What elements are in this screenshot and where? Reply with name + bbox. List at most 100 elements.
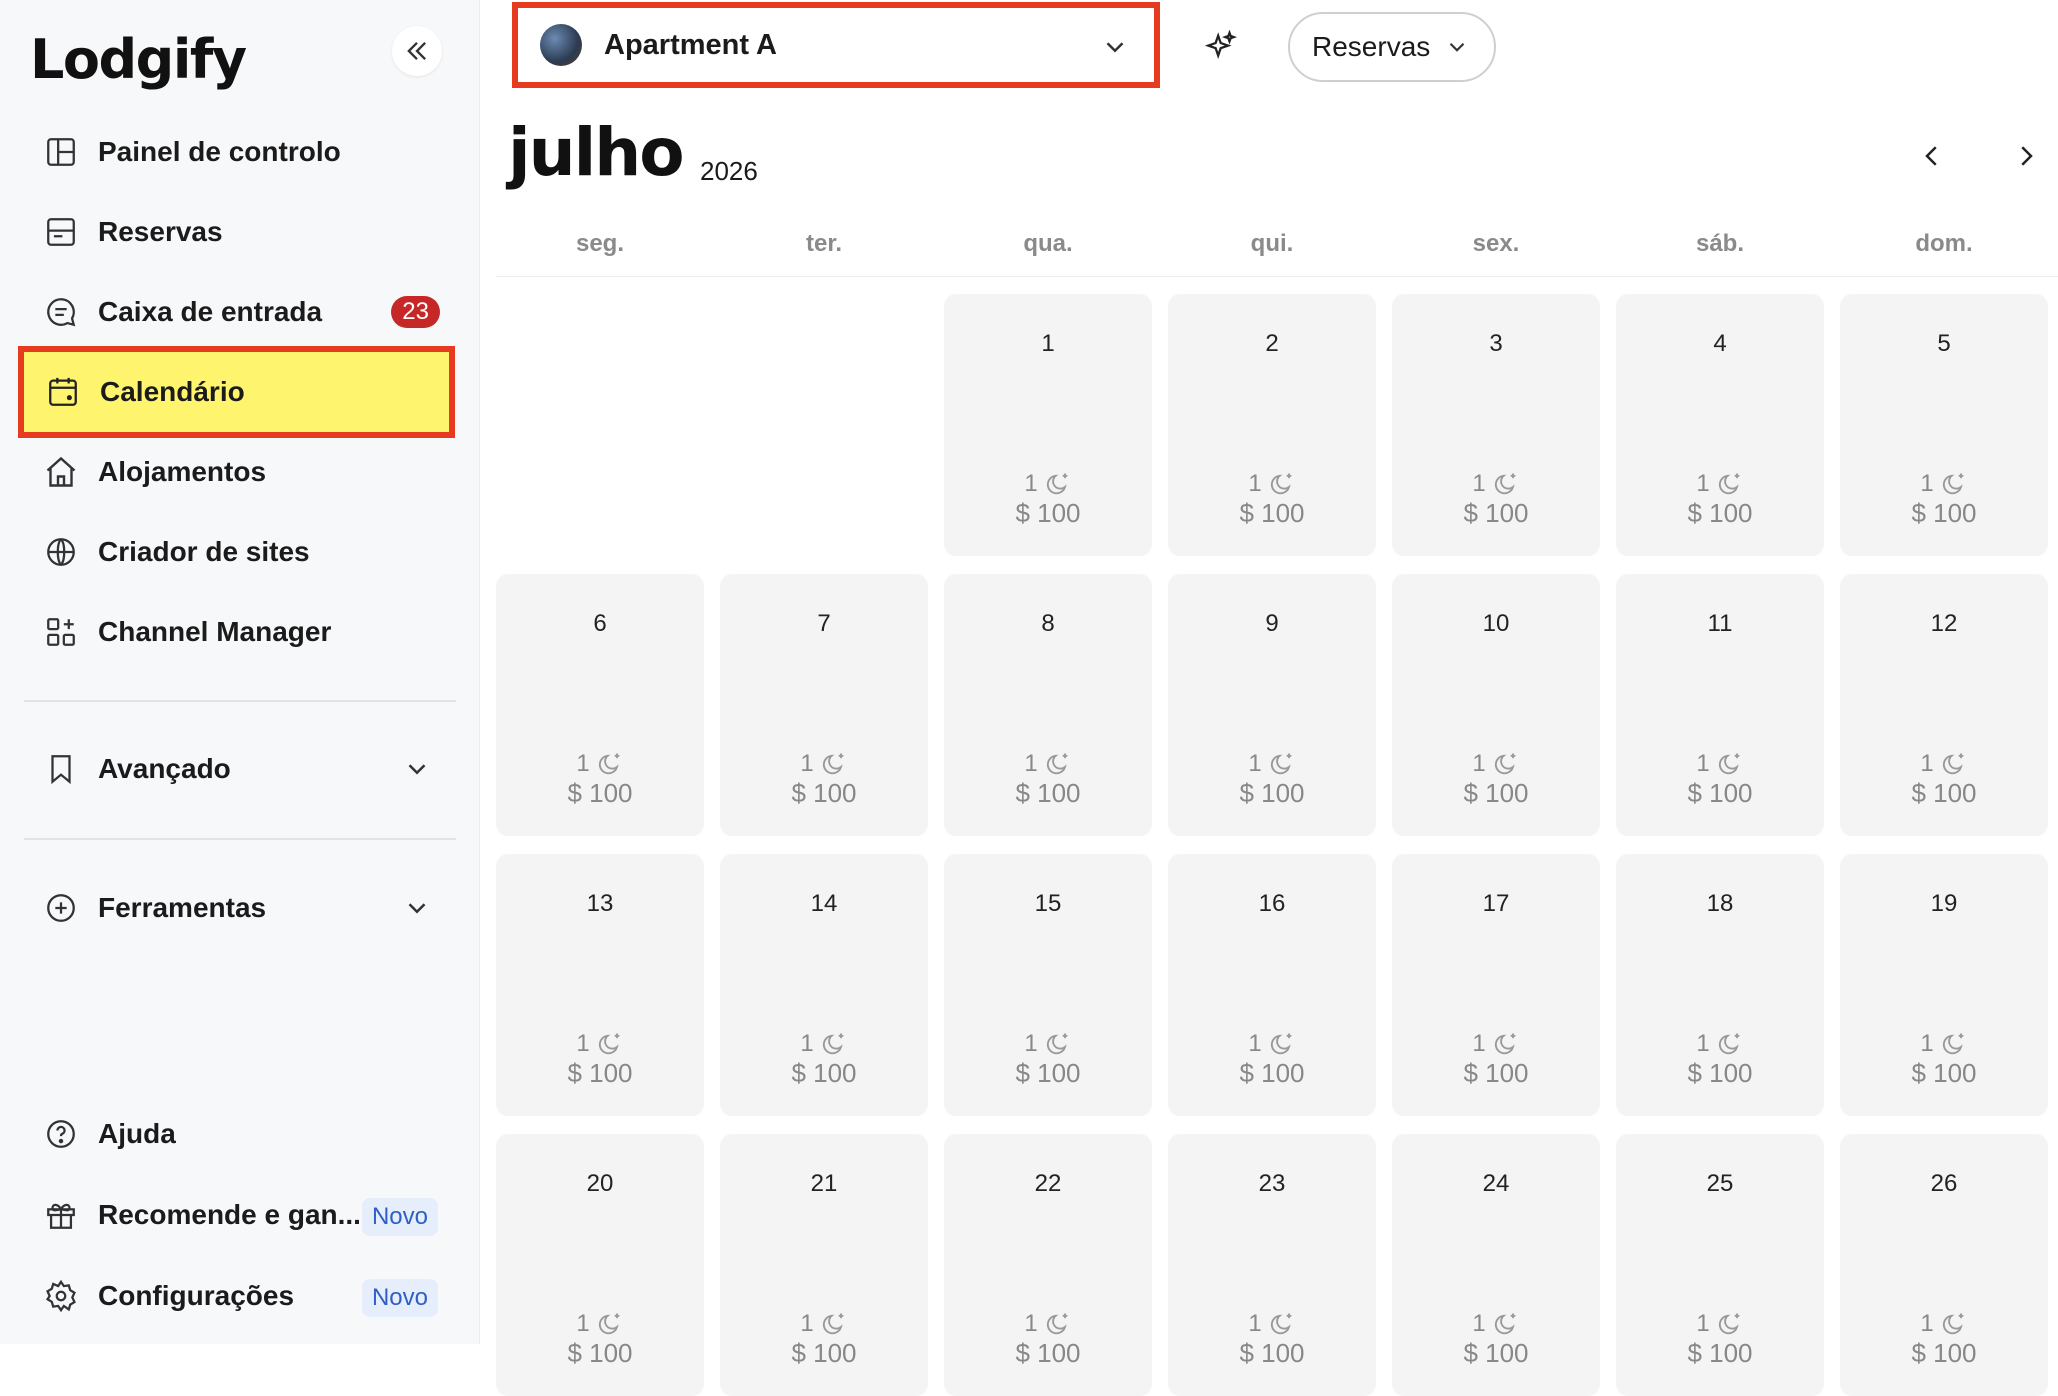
calendar-day-cell[interactable]: 9 1 $ 100: [1168, 574, 1376, 836]
min-nights: 1: [1392, 470, 1600, 498]
globe-icon: [42, 533, 80, 571]
calendar-day-cell[interactable]: 14 1 $ 100: [720, 854, 928, 1116]
calendar-day-cell[interactable]: 6 1 $ 100: [496, 574, 704, 836]
min-nights-value: 1: [1696, 750, 1710, 777]
channels-icon: [42, 613, 80, 651]
calendar-day-cell[interactable]: 20 1 $ 100: [496, 1134, 704, 1396]
calendar-day-cell[interactable]: 23 1 $ 100: [1168, 1134, 1376, 1396]
min-nights-value: 1: [1472, 1310, 1486, 1337]
min-nights: 1: [1168, 470, 1376, 498]
min-nights-value: 1: [800, 1310, 814, 1337]
next-month-button[interactable]: [2006, 136, 2046, 176]
dashboard-icon: [42, 133, 80, 171]
calendar-day-cell[interactable]: 16 1 $ 100: [1168, 854, 1376, 1116]
day-number: 21: [810, 1170, 838, 1197]
calendar-day-cell[interactable]: 22 1 $ 100: [944, 1134, 1152, 1396]
calendar-day-cell[interactable]: 1 1 $ 100: [944, 294, 1152, 556]
calendar-day-cell[interactable]: 25 1 $ 100: [1616, 1134, 1824, 1396]
day-price: $ 100: [1687, 778, 1753, 808]
moon-sparkle-icon: [1718, 753, 1740, 775]
calendar-day-cell[interactable]: 26 1 $ 100: [1840, 1134, 2048, 1396]
min-nights: 1: [1168, 1030, 1376, 1058]
moon-sparkle-icon: [1270, 1313, 1292, 1335]
calendar-day-cell[interactable]: 12 1 $ 100: [1840, 574, 2048, 836]
day-number: 7: [817, 610, 831, 637]
sidebar-item-refer[interactable]: Recomende e gan... Novo: [22, 1180, 452, 1250]
calendar-day-cell[interactable]: 21 1 $ 100: [720, 1134, 928, 1396]
calendar-day-cell[interactable]: 17 1 $ 100: [1392, 854, 1600, 1116]
help-icon: [42, 1115, 80, 1153]
sidebar-item-label: Recomende e gan...: [98, 1199, 361, 1230]
calendar-day-cell[interactable]: 5 1 $ 100: [1840, 294, 2048, 556]
year-label: 2026: [700, 156, 758, 186]
sidebar-item-channel-manager[interactable]: Channel Manager: [22, 597, 452, 667]
calendar-day-cell[interactable]: 7 1 $ 100: [720, 574, 928, 836]
sidebar-item-rentals[interactable]: Alojamentos: [22, 437, 452, 507]
moon-sparkle-icon: [822, 1313, 844, 1335]
view-dropdown-button[interactable]: Reservas: [1288, 12, 1496, 82]
moon-sparkle-icon: [1046, 753, 1068, 775]
day-price: $ 100: [567, 778, 633, 808]
sidebar-item-inbox[interactable]: Caixa de entrada 23: [22, 277, 452, 347]
day-price: $ 100: [1463, 498, 1529, 528]
calendar-day-cell[interactable]: 8 1 $ 100: [944, 574, 1152, 836]
logo[interactable]: Lodgify: [30, 28, 247, 91]
sidebar-item-tools[interactable]: Ferramentas: [22, 873, 452, 943]
min-nights-value: 1: [1248, 1030, 1262, 1057]
property-select[interactable]: Apartment A: [512, 2, 1160, 88]
day-price: $ 100: [1687, 1338, 1753, 1368]
day-number: 18: [1706, 890, 1734, 917]
calendar-day-cell[interactable]: 10 1 $ 100: [1392, 574, 1600, 836]
sidebar-item-help[interactable]: Ajuda: [22, 1099, 452, 1169]
calendar-day-cell[interactable]: 18 1 $ 100: [1616, 854, 1824, 1116]
moon-sparkle-icon: [1942, 1313, 1964, 1335]
plus-circle-icon: [42, 889, 80, 927]
sidebar: Lodgify Painel de controlo Reservas Caix…: [0, 0, 480, 1344]
day-price: $ 100: [1911, 1058, 1977, 1088]
calendar-day-cell[interactable]: 4 1 $ 100: [1616, 294, 1824, 556]
min-nights: 1: [1616, 750, 1824, 778]
weekday-label: qui.: [1250, 230, 1294, 257]
day-price: $ 100: [1015, 1338, 1081, 1368]
min-nights-value: 1: [1920, 1030, 1934, 1057]
collapse-sidebar-button[interactable]: [392, 26, 442, 76]
weekday-header: seg. ter. qua. qui. sex. sáb. dom.: [496, 224, 2058, 277]
min-nights-value: 1: [1248, 1310, 1262, 1337]
calendar-day-cell[interactable]: 11 1 $ 100: [1616, 574, 1824, 836]
moon-sparkle-icon: [1942, 1033, 1964, 1055]
day-number: 2: [1265, 330, 1279, 357]
new-tag: Novo: [361, 1198, 438, 1236]
sidebar-item-settings[interactable]: Configurações Novo: [22, 1261, 452, 1331]
day-price: $ 100: [1015, 498, 1081, 528]
day-price: $ 100: [1687, 1058, 1753, 1088]
day-price: $ 100: [1911, 1338, 1977, 1368]
sidebar-item-reservations[interactable]: Reservas: [22, 197, 452, 267]
min-nights: 1: [1840, 1310, 2048, 1338]
calendar-day-cell[interactable]: 2 1 $ 100: [1168, 294, 1376, 556]
min-nights: 1: [1616, 1310, 1824, 1338]
calendar-day-cell[interactable]: 19 1 $ 100: [1840, 854, 2048, 1116]
calendar-day-cell[interactable]: 15 1 $ 100: [944, 854, 1152, 1116]
day-price: $ 100: [1239, 1058, 1305, 1088]
min-nights: 1: [720, 750, 928, 778]
previous-month-button[interactable]: [1912, 136, 1952, 176]
weekday-label: sex.: [1472, 230, 1520, 257]
min-nights-value: 1: [1248, 750, 1262, 777]
sidebar-item-advanced[interactable]: Avançado: [22, 734, 452, 804]
calendar-day-cell[interactable]: 13 1 $ 100: [496, 854, 704, 1116]
min-nights: 1: [1840, 750, 2048, 778]
day-price: $ 100: [1911, 778, 1977, 808]
settings-icon: [42, 1277, 80, 1315]
min-nights-value: 1: [1472, 750, 1486, 777]
sidebar-item-website-builder[interactable]: Criador de sites: [22, 517, 452, 587]
sidebar-item-calendar[interactable]: Calendário: [18, 346, 455, 438]
min-nights-value: 1: [1024, 1310, 1038, 1337]
chevron-right-icon: [2021, 146, 2033, 166]
ai-sparkle-button[interactable]: [1198, 24, 1244, 70]
sparkle-icon: [1204, 30, 1238, 59]
new-tag: Novo: [361, 1279, 438, 1317]
chevron-down-icon: [1106, 42, 1124, 53]
sidebar-item-dashboard[interactable]: Painel de controlo: [22, 117, 452, 187]
calendar-day-cell[interactable]: 3 1 $ 100: [1392, 294, 1600, 556]
calendar-day-cell[interactable]: 24 1 $ 100: [1392, 1134, 1600, 1396]
